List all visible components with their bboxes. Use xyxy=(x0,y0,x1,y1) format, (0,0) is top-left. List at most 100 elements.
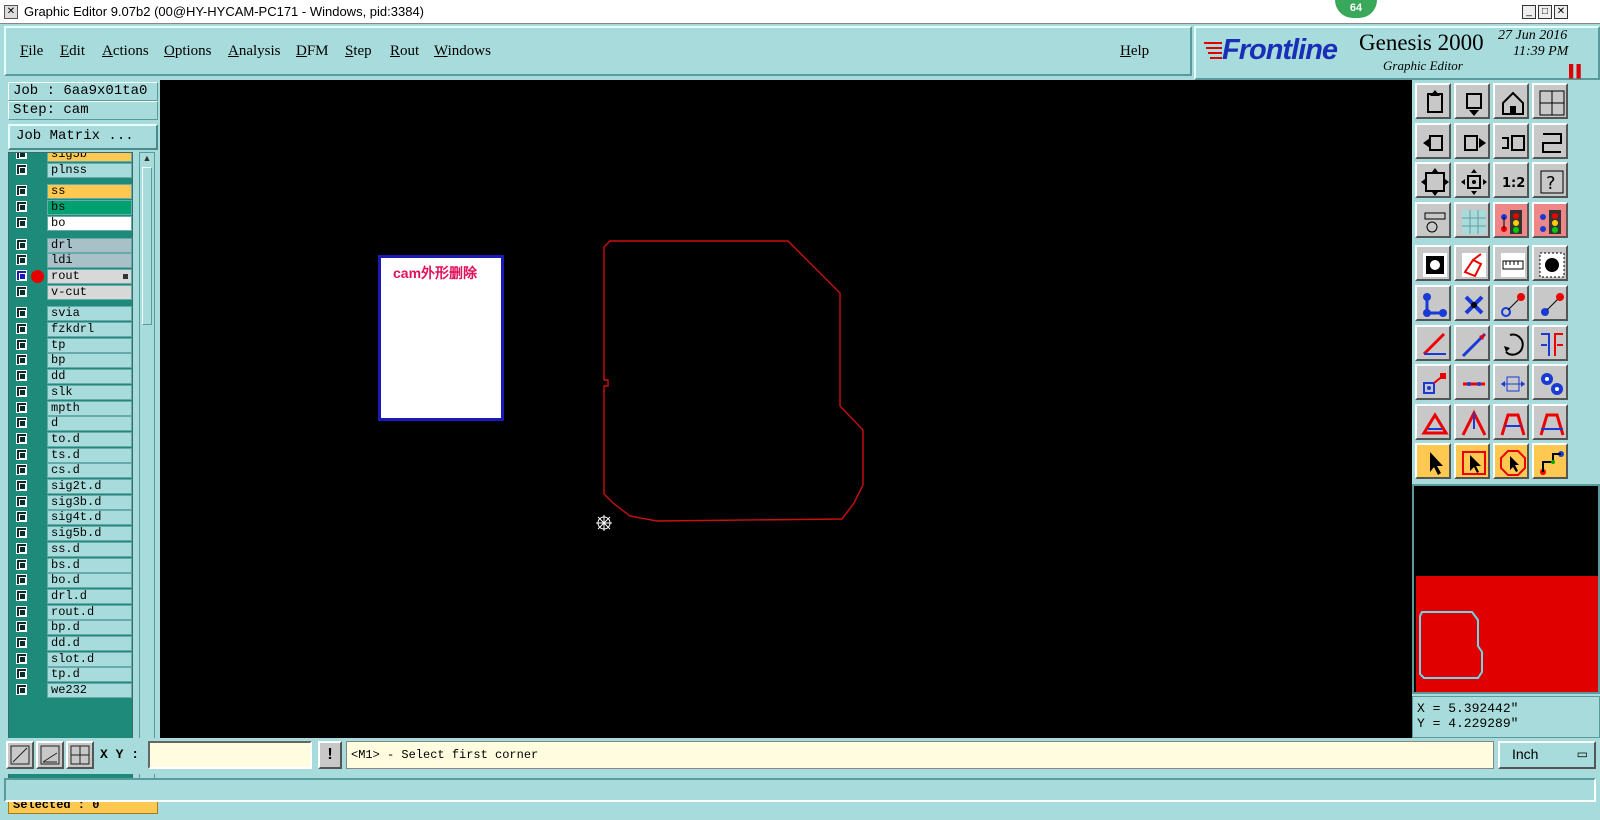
layer-row-bp-d[interactable]: bp.d xyxy=(9,620,132,636)
layer-checkbox[interactable] xyxy=(16,338,27,350)
pad-icon[interactable] xyxy=(1415,245,1451,282)
layer-row-svia[interactable]: svia xyxy=(9,306,132,322)
layer-name[interactable]: bo xyxy=(47,215,132,231)
layer-name[interactable]: bs.d xyxy=(47,557,132,573)
layer-name[interactable]: ts.d xyxy=(47,447,132,463)
overview-panel[interactable] xyxy=(1412,484,1600,694)
layer-checkbox[interactable] xyxy=(16,464,27,476)
fit-icon[interactable] xyxy=(1415,162,1451,199)
layer-row-bo[interactable]: bo xyxy=(9,215,132,231)
layer-name[interactable]: slot.d xyxy=(47,651,132,667)
layer-row-slk[interactable]: slk xyxy=(9,384,132,400)
layer-row-rout-d[interactable]: rout.d xyxy=(9,604,132,620)
graphic-canvas[interactable]: cam外形删除 xyxy=(160,80,1412,738)
layer-name[interactable]: drl xyxy=(47,237,132,253)
layer-checkbox[interactable] xyxy=(16,163,27,175)
layer-name[interactable]: bp.d xyxy=(47,620,132,636)
layer-row-ss[interactable]: ss xyxy=(9,184,132,200)
transform-icon[interactable] xyxy=(1532,364,1568,401)
layer-name[interactable]: rout.d xyxy=(47,604,132,620)
layer-name[interactable]: fzkdrl xyxy=(47,322,132,337)
pencil-icon[interactable] xyxy=(1454,245,1490,282)
layer-name[interactable]: dd.d xyxy=(47,636,132,651)
layer-checkbox[interactable] xyxy=(16,448,27,460)
layer-scrollbar[interactable]: ▲ ▼ xyxy=(139,152,155,792)
menu-edit[interactable]: Edit xyxy=(60,43,85,60)
alert-button[interactable]: ! xyxy=(318,741,342,769)
scroll-thumb[interactable] xyxy=(142,167,152,325)
save-icon[interactable] xyxy=(1454,83,1490,119)
layer-name[interactable]: sig4t.d xyxy=(47,510,132,526)
menu-options[interactable]: Options xyxy=(164,43,212,60)
scroll-up-icon[interactable]: ▲ xyxy=(142,154,152,164)
line-angle-icon[interactable] xyxy=(1415,324,1451,361)
layer-checkbox[interactable] xyxy=(16,238,27,250)
layer-name[interactable]: svia xyxy=(47,306,132,322)
minimize-button[interactable]: _ xyxy=(1522,5,1536,19)
layer-name[interactable]: sig5b.d xyxy=(47,526,132,542)
menu-windows[interactable]: Windows xyxy=(434,43,491,60)
layer-row-slot-d[interactable]: slot.d xyxy=(9,651,132,667)
select-box-icon[interactable] xyxy=(1454,443,1490,480)
grid-mode-icon[interactable] xyxy=(66,741,94,769)
layer-checkbox[interactable] xyxy=(16,354,27,366)
snap-icon[interactable] xyxy=(1532,122,1568,159)
tools-icon[interactable] xyxy=(1415,201,1451,238)
a-shape-alt-icon[interactable] xyxy=(1532,403,1568,440)
layer-row-sig4t-d[interactable]: sig4t.d xyxy=(9,510,132,526)
layer-name[interactable]: tp.d xyxy=(47,667,132,683)
a-shape-icon[interactable] xyxy=(1493,403,1529,440)
layer-row-dd-d[interactable]: dd.d xyxy=(9,636,132,651)
snap-mode-icon[interactable] xyxy=(6,741,34,769)
layer-name[interactable]: slk xyxy=(47,384,132,400)
layer-row-bs-d[interactable]: bs.d xyxy=(9,557,132,573)
layer-checkbox[interactable] xyxy=(16,307,27,319)
close-button[interactable]: ✕ xyxy=(1554,5,1568,19)
layer-name[interactable]: cs.d xyxy=(47,463,132,479)
layer-row-mpth[interactable]: mpth xyxy=(9,400,132,416)
layer-row-sig3b-d[interactable]: sig3b.d xyxy=(9,494,132,510)
layer-checkbox[interactable] xyxy=(16,668,27,680)
layer-row-we232[interactable]: we232 xyxy=(9,683,132,699)
ruler-icon[interactable] xyxy=(1493,245,1529,282)
layer-name[interactable]: dd xyxy=(47,369,132,385)
help-icon[interactable]: ? xyxy=(1532,162,1568,199)
layer-checkbox[interactable] xyxy=(16,185,27,197)
layer-row-bp[interactable]: bp xyxy=(9,353,132,369)
layer-name[interactable]: tp xyxy=(47,337,132,353)
zoom-window-icon[interactable] xyxy=(1532,83,1568,119)
layer-row-plnss[interactable]: plnss xyxy=(9,162,132,178)
layer-checkbox[interactable] xyxy=(16,574,27,586)
layer-checkbox[interactable] xyxy=(16,605,27,617)
layer-row-sig2t-d[interactable]: sig2t.d xyxy=(9,479,132,494)
layer-row-drl-d[interactable]: drl.d xyxy=(9,588,132,604)
menu-dfm[interactable]: DFM xyxy=(296,43,329,60)
layer-checkbox[interactable] xyxy=(16,621,27,633)
grid-icon[interactable] xyxy=(1454,201,1490,238)
menu-rout[interactable]: Rout xyxy=(390,43,419,60)
layer-name[interactable]: plnss xyxy=(47,162,132,178)
layer-checkbox[interactable] xyxy=(16,216,27,228)
layer-checkbox[interactable] xyxy=(16,201,27,213)
layer-checkbox[interactable] xyxy=(16,511,27,523)
layer-name[interactable]: to.d xyxy=(47,431,132,447)
select-icon[interactable] xyxy=(1415,443,1451,480)
layer-row-ts-d[interactable]: ts.d xyxy=(9,447,132,463)
layer-checkbox[interactable] xyxy=(16,652,27,664)
layer-checkbox[interactable] xyxy=(16,385,27,397)
mirror-icon[interactable] xyxy=(1532,324,1568,361)
layer-checkbox[interactable] xyxy=(16,684,27,696)
route-icon[interactable] xyxy=(1532,443,1568,480)
layer-checkbox[interactable] xyxy=(16,527,27,539)
layer-name[interactable]: drl.d xyxy=(47,588,132,604)
measure-icon[interactable] xyxy=(1493,364,1529,401)
menu-file[interactable]: File xyxy=(20,43,43,60)
layer-checkbox[interactable] xyxy=(16,323,27,334)
layer-name[interactable]: ss xyxy=(47,184,132,200)
layer-name[interactable]: we232 xyxy=(47,683,132,699)
layer-row-fzkdrl[interactable]: fzkdrl xyxy=(9,322,132,337)
layer-checkbox[interactable] xyxy=(16,417,27,429)
layer-checkbox[interactable] xyxy=(16,480,27,491)
layer-name[interactable]: d xyxy=(47,416,132,432)
xy-input[interactable] xyxy=(148,741,312,769)
